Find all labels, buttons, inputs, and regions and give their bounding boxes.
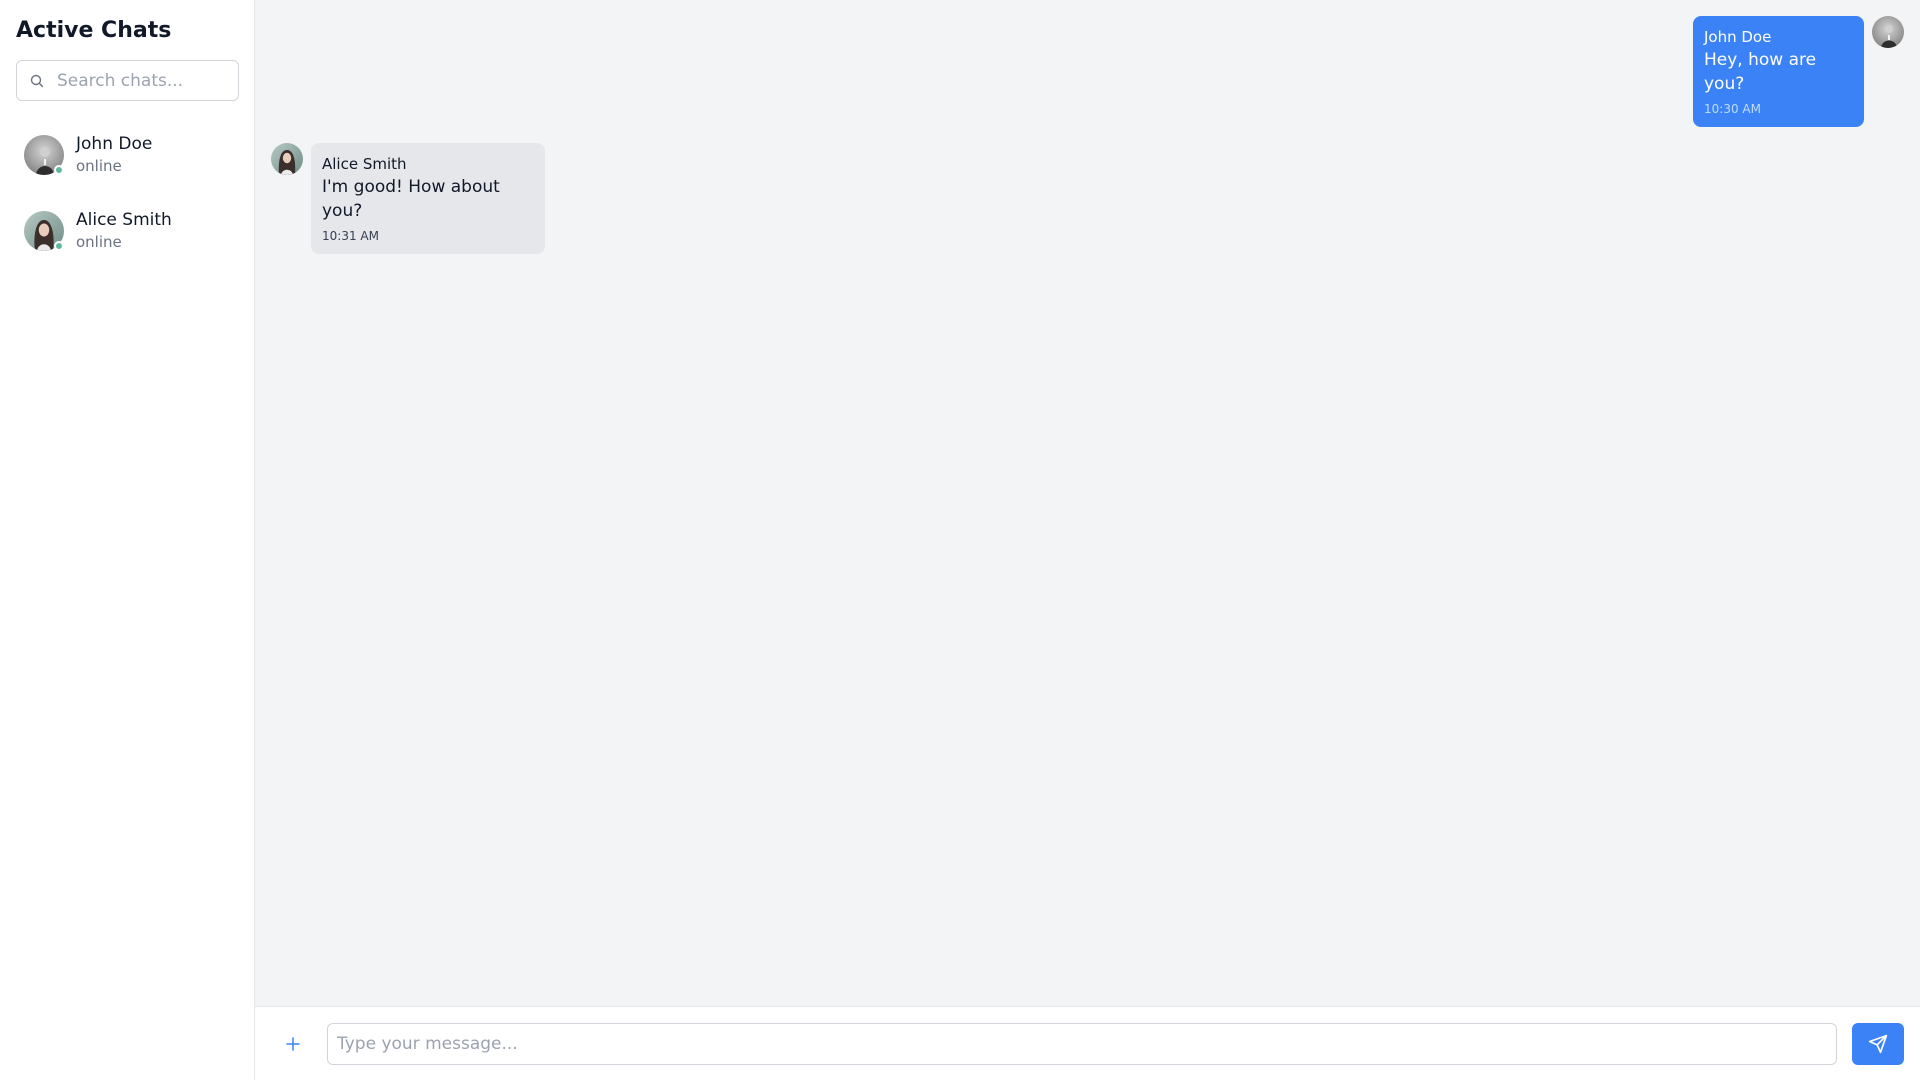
chat-item-john-doe[interactable]: John Doe online: [16, 117, 238, 193]
message-text: I'm good! How about you?: [322, 177, 500, 221]
message-text: Hey, how are you?: [1704, 50, 1817, 94]
message-bubble-incoming: Alice Smith I'm good! How about you? 10:…: [311, 143, 545, 254]
message-time: 10:31 AM: [322, 229, 379, 243]
conversation-panel: John Doe Hey, how are you? 10:30 AM Alic…: [255, 0, 1920, 1080]
message-bubble-outgoing: John Doe Hey, how are you? 10:30 AM: [1693, 16, 1864, 127]
chat-list: John Doe online Alice Smith online: [16, 117, 238, 269]
search-input[interactable]: [57, 70, 227, 91]
message-sender: Alice Smith: [322, 155, 407, 173]
send-icon: [1868, 1034, 1888, 1053]
online-status-dot: [54, 165, 64, 175]
plus-icon: [286, 1036, 300, 1051]
search-icon: [29, 73, 45, 89]
chat-status: online: [76, 233, 122, 251]
chat-meta: Alice Smith online: [76, 209, 172, 253]
chat-item-alice-smith[interactable]: Alice Smith online: [16, 193, 238, 269]
online-status-dot: [54, 241, 64, 251]
avatar: [1872, 16, 1904, 48]
chat-app: Active Chats Search chats... John Doe on…: [0, 0, 1920, 1080]
message-list: John Doe Hey, how are you? 10:30 AM Alic…: [255, 0, 1920, 1006]
avatar-wrap: [24, 135, 64, 175]
avatar: [271, 143, 303, 175]
chat-name: John Doe: [76, 134, 153, 154]
add-attachment-button[interactable]: [275, 1026, 311, 1062]
message-composer: [255, 1006, 1920, 1080]
send-button[interactable]: [1852, 1022, 1904, 1065]
search-box[interactable]: [16, 60, 239, 101]
chat-meta: John Doe online: [76, 133, 152, 177]
message-time: 10:30 AM: [1704, 102, 1761, 116]
message-input[interactable]: [327, 1022, 1837, 1065]
sidebar-title: Active Chats: [16, 18, 172, 43]
sidebar: Active Chats Search chats... John Doe on…: [0, 0, 255, 1080]
avatar-wrap: [24, 211, 64, 251]
message-row-incoming: Alice Smith I'm good! How about you? 10:…: [271, 143, 1904, 254]
message-row-outgoing: John Doe Hey, how are you? 10:30 AM: [271, 16, 1904, 127]
chat-name: Alice Smith: [76, 210, 172, 230]
chat-status: online: [76, 157, 122, 175]
message-sender: John Doe: [1704, 28, 1772, 46]
